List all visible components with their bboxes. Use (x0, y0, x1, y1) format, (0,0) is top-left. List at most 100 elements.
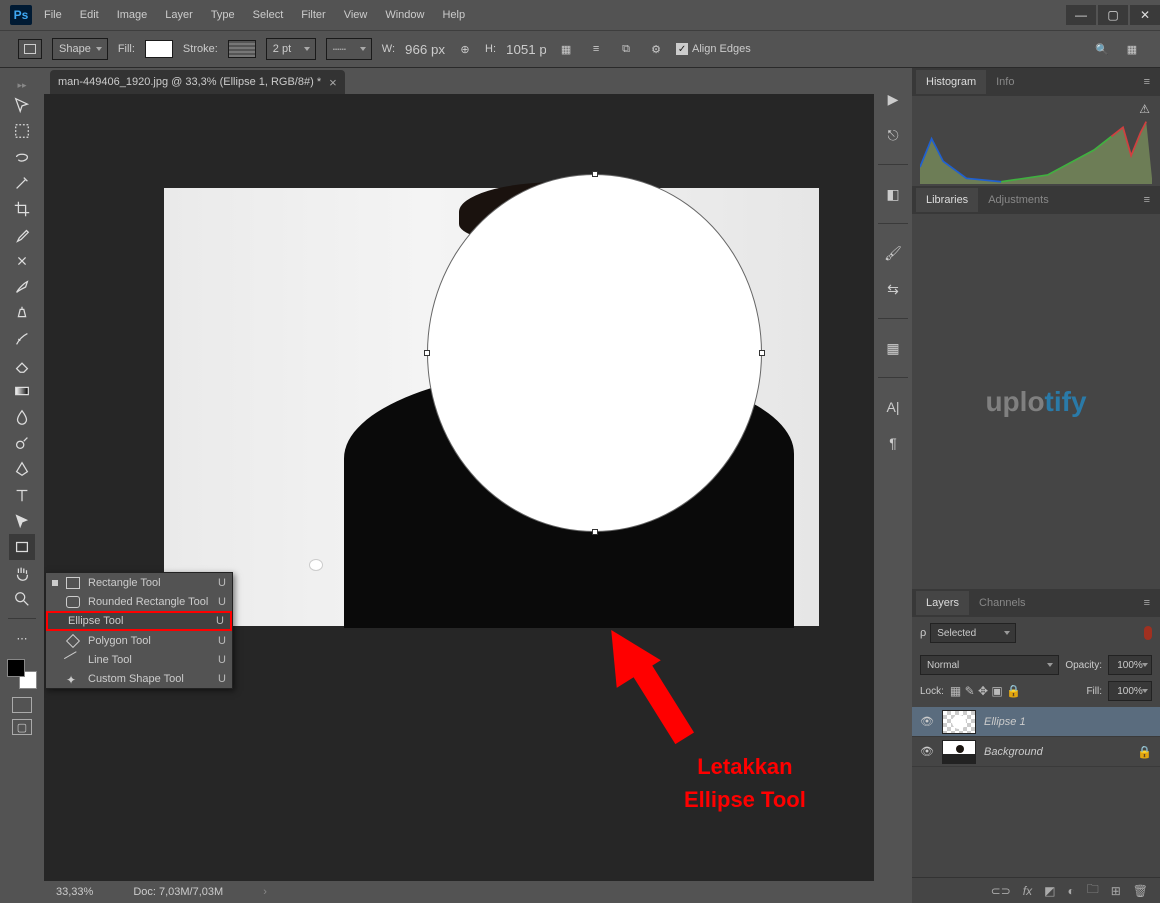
histogram-warning-icon[interactable]: ⚠ (1139, 102, 1150, 116)
hand-tool[interactable] (9, 560, 35, 586)
stroke-width-dropdown[interactable]: 2 pt (266, 38, 316, 60)
layer-thumbnail[interactable] (942, 710, 976, 734)
align-edges-checkbox[interactable]: ✓Align Edges (676, 43, 751, 56)
layer-name[interactable]: Ellipse 1 (984, 716, 1026, 728)
menu-help[interactable]: Help (442, 9, 465, 21)
stroke-style-dropdown[interactable]: ┄┄ (326, 38, 372, 60)
height-field[interactable] (506, 42, 546, 57)
adjustment-layer-icon[interactable]: ◐ (1067, 884, 1074, 898)
flyout-rounded-rectangle-tool[interactable]: Rounded Rectangle Tool U (46, 592, 232, 611)
canvas[interactable] (164, 188, 819, 626)
search-icon[interactable]: 🔍 (1092, 39, 1112, 59)
panel-menu-icon[interactable]: ≡ (1138, 76, 1156, 88)
gear-icon[interactable]: ⚙ (646, 39, 666, 59)
healing-tool[interactable] (9, 248, 35, 274)
panel-menu-icon[interactable]: ≡ (1138, 597, 1156, 609)
blur-tool[interactable] (9, 404, 35, 430)
eyedropper-tool[interactable] (9, 222, 35, 248)
expand-handle[interactable]: ▸▸ (15, 80, 29, 88)
stroke-swatch[interactable] (228, 40, 256, 58)
quick-mask-toggle[interactable] (12, 697, 32, 713)
brush-settings-icon[interactable]: ⇆ (882, 278, 904, 300)
menu-layer[interactable]: Layer (165, 9, 193, 21)
doc-size[interactable]: Doc: 7,03M/7,03M (133, 886, 223, 898)
swatches-icon[interactable]: ▦ (882, 337, 904, 359)
panel-menu-icon[interactable]: ≡ (1138, 194, 1156, 206)
fill-swatch[interactable] (145, 40, 173, 58)
layer-style-icon[interactable]: fx (1023, 884, 1032, 898)
brushes-icon[interactable]: 🖌 (882, 242, 904, 264)
link-wh-icon[interactable]: ⊕ (455, 39, 475, 59)
visibility-icon[interactable]: 👁 (920, 715, 934, 729)
group-icon[interactable]: 🗀 (1087, 880, 1099, 901)
fill-field[interactable]: 100% (1108, 681, 1152, 701)
shape-tool[interactable] (9, 534, 35, 560)
handle-n[interactable] (592, 171, 598, 177)
maximize-button[interactable]: ▢ (1098, 5, 1128, 25)
adjustments-tab[interactable]: Adjustments (978, 188, 1059, 212)
new-layer-icon[interactable]: ⊞ (1111, 884, 1121, 898)
link-layers-icon[interactable]: ⊂⊃ (991, 884, 1011, 898)
close-button[interactable]: ✕ (1130, 5, 1160, 25)
eraser-tool[interactable] (9, 352, 35, 378)
path-alignment-icon[interactable]: ≡ (586, 39, 606, 59)
dodge-tool[interactable] (9, 430, 35, 456)
menu-view[interactable]: View (344, 9, 368, 21)
properties-icon[interactable]: ◧ (882, 183, 904, 205)
actions-icon[interactable]: ▶ (882, 88, 904, 110)
character-icon[interactable]: A| (882, 396, 904, 418)
menu-select[interactable]: Select (253, 9, 284, 21)
flyout-line-tool[interactable]: Line Tool U (46, 650, 232, 669)
shape-mode-dropdown[interactable]: Shape (52, 38, 108, 60)
opacity-field[interactable]: 100% (1108, 655, 1152, 675)
magic-wand-tool[interactable] (9, 170, 35, 196)
menu-file[interactable]: File (44, 9, 62, 21)
pen-tool[interactable] (9, 456, 35, 482)
layer-row-background[interactable]: 👁 Background 🔒 (912, 737, 1160, 767)
status-chevron-icon[interactable]: › (263, 886, 267, 898)
move-tool[interactable] (9, 92, 35, 118)
path-arrangement-icon[interactable]: ⧉ (616, 39, 636, 59)
clone-stamp-tool[interactable] (9, 300, 35, 326)
info-tab[interactable]: Info (986, 70, 1024, 94)
document-tab[interactable]: man-449406_1920.jpg @ 33,3% (Ellipse 1, … (50, 70, 345, 94)
libraries-tab[interactable]: Libraries (916, 188, 978, 212)
layers-tab[interactable]: Layers (916, 591, 969, 615)
screen-mode-toggle[interactable]: ▢ (12, 719, 32, 735)
marquee-tool[interactable] (9, 118, 35, 144)
filter-toggle[interactable] (1144, 626, 1152, 640)
close-tab-icon[interactable]: × (329, 75, 337, 90)
delete-layer-icon[interactable]: 🗑 (1133, 884, 1148, 898)
minimize-button[interactable]: — (1066, 5, 1096, 25)
zoom-level[interactable]: 33,33% (56, 886, 93, 898)
layer-row-ellipse[interactable]: 👁 Ellipse 1 (912, 707, 1160, 737)
layer-mask-icon[interactable]: ◩ (1044, 884, 1055, 898)
handle-e[interactable] (759, 350, 765, 356)
zoom-tool[interactable] (9, 586, 35, 612)
width-field[interactable] (405, 42, 445, 57)
edit-toolbar[interactable]: ⋯ (9, 625, 35, 651)
gradient-tool[interactable] (9, 378, 35, 404)
visibility-icon[interactable]: 👁 (920, 745, 934, 759)
crop-tool[interactable] (9, 196, 35, 222)
flyout-ellipse-tool[interactable]: Ellipse Tool U (46, 611, 232, 631)
layer-thumbnail[interactable] (942, 740, 976, 764)
history-brush-tool[interactable] (9, 326, 35, 352)
menu-filter[interactable]: Filter (301, 9, 325, 21)
layer-filter-kind[interactable]: Selected (930, 623, 1016, 643)
brush-tool[interactable] (9, 274, 35, 300)
menu-type[interactable]: Type (211, 9, 235, 21)
layer-name[interactable]: Background (984, 746, 1043, 758)
handle-w[interactable] (424, 350, 430, 356)
path-selection-tool[interactable] (9, 508, 35, 534)
flyout-custom-shape-tool[interactable]: Custom Shape Tool U (46, 669, 232, 688)
canvas-wrap[interactable]: Rectangle Tool U Rounded Rectangle Tool … (44, 94, 874, 881)
paragraph-icon[interactable]: ¶ (882, 432, 904, 454)
lasso-tool[interactable] (9, 144, 35, 170)
menu-window[interactable]: Window (385, 9, 424, 21)
flyout-rectangle-tool[interactable]: Rectangle Tool U (46, 573, 232, 592)
blend-mode-dropdown[interactable]: Normal (920, 655, 1059, 675)
tool-preset-picker[interactable] (18, 39, 42, 59)
lock-icons[interactable]: ▦ ✎ ✥ ▣ 🔒 (950, 684, 1021, 698)
history-icon[interactable]: ⎋ (882, 124, 904, 146)
